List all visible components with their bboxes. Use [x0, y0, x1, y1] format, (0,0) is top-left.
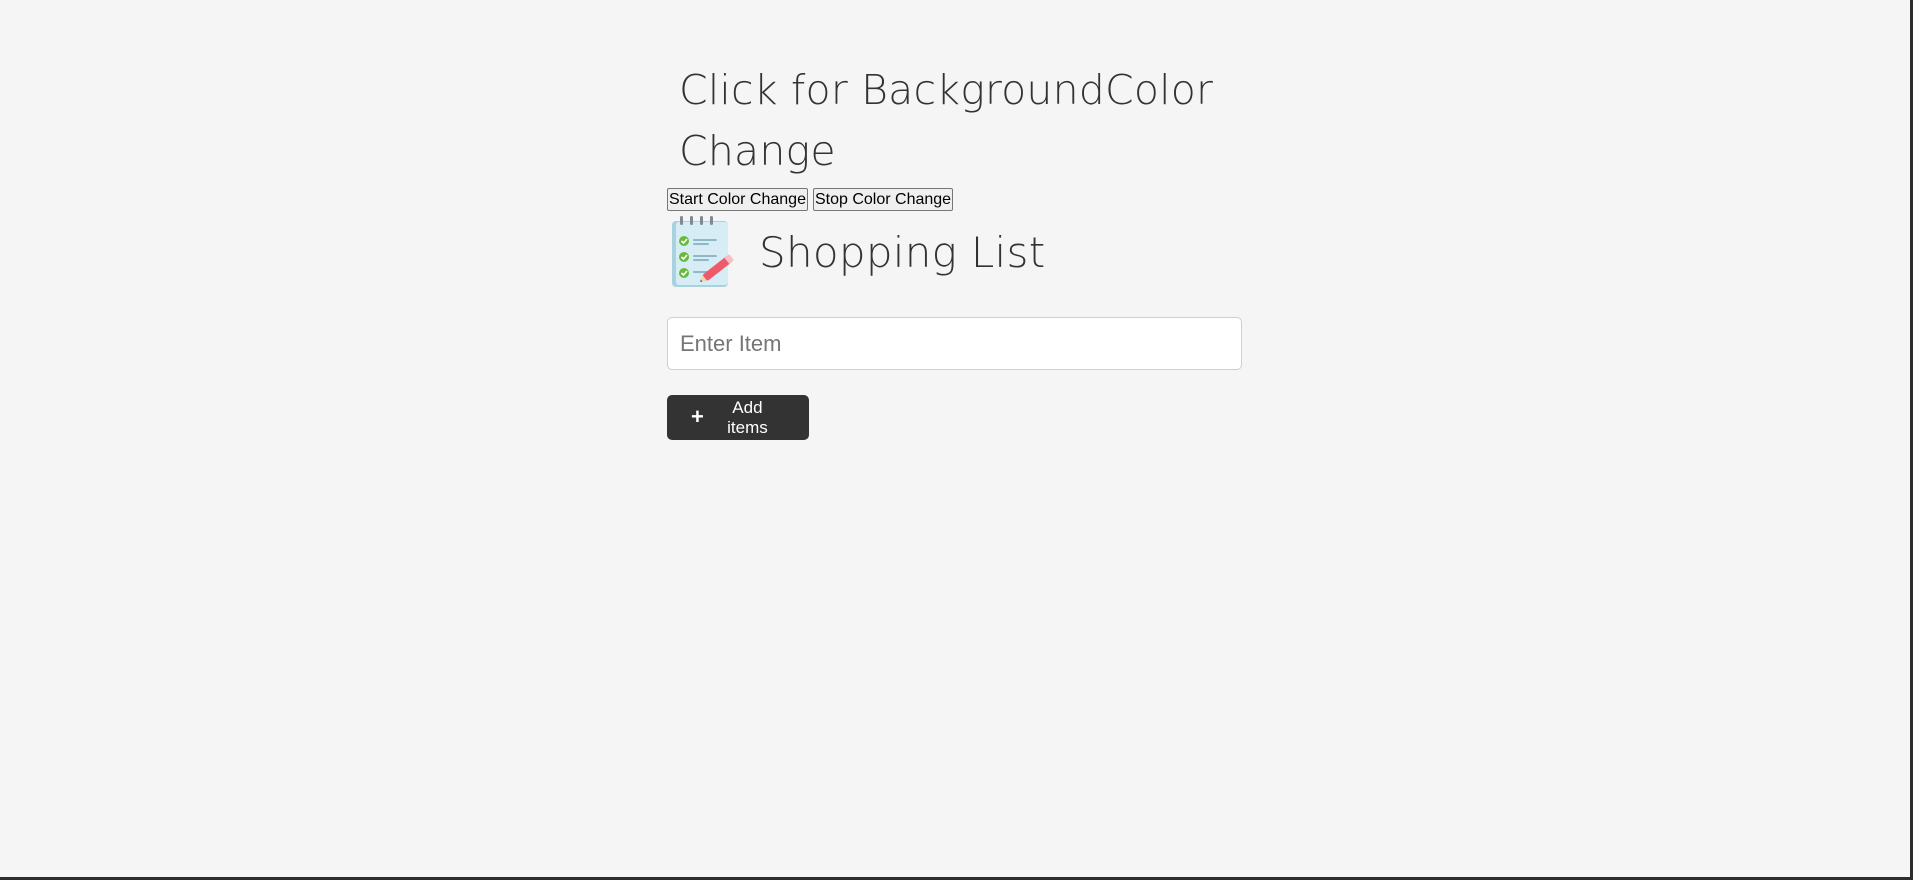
start-color-change-button[interactable]: Start Color Change	[667, 188, 808, 211]
stop-color-change-button[interactable]: Stop Color Change	[812, 188, 954, 211]
page-heading: Click for BackgroundColor Change	[679, 66, 1214, 175]
add-items-button[interactable]: + Add items	[667, 395, 809, 440]
shopping-list-header: Shopping List	[667, 215, 1242, 289]
shopping-list-title: Shopping List	[759, 227, 1046, 277]
item-input[interactable]	[667, 317, 1242, 370]
app-container: Click for BackgroundColor Change Start C…	[667, 60, 1242, 440]
plus-icon: +	[691, 403, 704, 429]
add-items-label: Add items	[727, 397, 768, 437]
color-controls: Start Color Change Stop Color Change	[667, 188, 1242, 211]
notepad-checklist-icon	[667, 215, 741, 289]
